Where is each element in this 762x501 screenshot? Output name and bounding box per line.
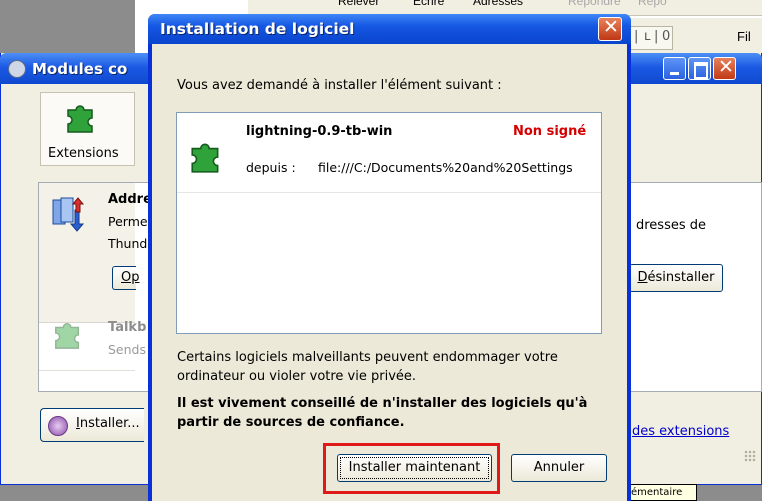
maximize-icon[interactable] (688, 57, 711, 80)
install-button-label: Installer... (76, 416, 140, 431)
toolbar-get-mail[interactable]: Relever (338, 0, 379, 8)
toolbar-write[interactable]: Écrire (413, 0, 444, 8)
minimize-icon[interactable] (663, 57, 686, 80)
signature-status-badge: Non signé (513, 124, 587, 139)
uninstall-button[interactable]: Désinstaller (629, 264, 723, 292)
dialog-intro-text: Vous avez demandé à installer l'élément … (177, 78, 502, 93)
puzzle-extension-icon (191, 143, 219, 173)
puzzle-extension-icon (67, 105, 93, 133)
close-icon[interactable]: ✕ (713, 56, 736, 80)
thread-label: Fil (737, 29, 751, 44)
toolbar-reply-all[interactable]: Répo (638, 0, 667, 8)
list-divider (39, 370, 135, 371)
options-button[interactable]: Op (112, 266, 140, 290)
tooltip: émentaire (627, 484, 697, 501)
extension-description-line2: Thund (108, 236, 148, 251)
toolbar-address-book[interactable]: Adresses (473, 0, 523, 8)
tab-extensions-label: Extensions (48, 146, 119, 161)
item-source-label: depuis : (246, 160, 296, 175)
address-book-icon (52, 197, 85, 232)
cancel-button[interactable]: Annuler (511, 454, 607, 482)
toolbar-reply[interactable]: Répondre (568, 0, 621, 8)
extension-title-disabled: Talkb (108, 320, 147, 335)
extension-description: Perme (108, 214, 148, 229)
extension-description-disabled: Sends (108, 342, 146, 357)
close-icon[interactable]: ✕ (598, 16, 622, 41)
addons-window-title: Modules co (32, 60, 128, 78)
get-more-extensions-link[interactable]: des extensions (632, 424, 729, 439)
extension-title: Addre (108, 192, 152, 207)
options-button-label: Op (121, 270, 140, 285)
security-advice-text: Il est vivement conseillé de n'installer… (177, 396, 588, 430)
security-warning-text: Certains logiciels malveillants peuvent … (177, 350, 558, 384)
toolbar-button-group[interactable]: | ʟ | 0 (627, 26, 673, 50)
addons-window-icon (8, 60, 26, 78)
resize-grip[interactable] (744, 450, 756, 462)
item-name: lightning-0.9-tb-win (246, 124, 393, 139)
install-disc-icon (48, 416, 68, 436)
install-now-button[interactable]: Installer maintenant (337, 454, 492, 482)
puzzle-disabled-icon (55, 322, 80, 349)
extension-description-tail: dresses de (636, 218, 707, 233)
dialog-title: Installation de logiciel (160, 20, 355, 38)
item-source-url: file:///C:/Documents%20and%20Settings (318, 160, 573, 175)
